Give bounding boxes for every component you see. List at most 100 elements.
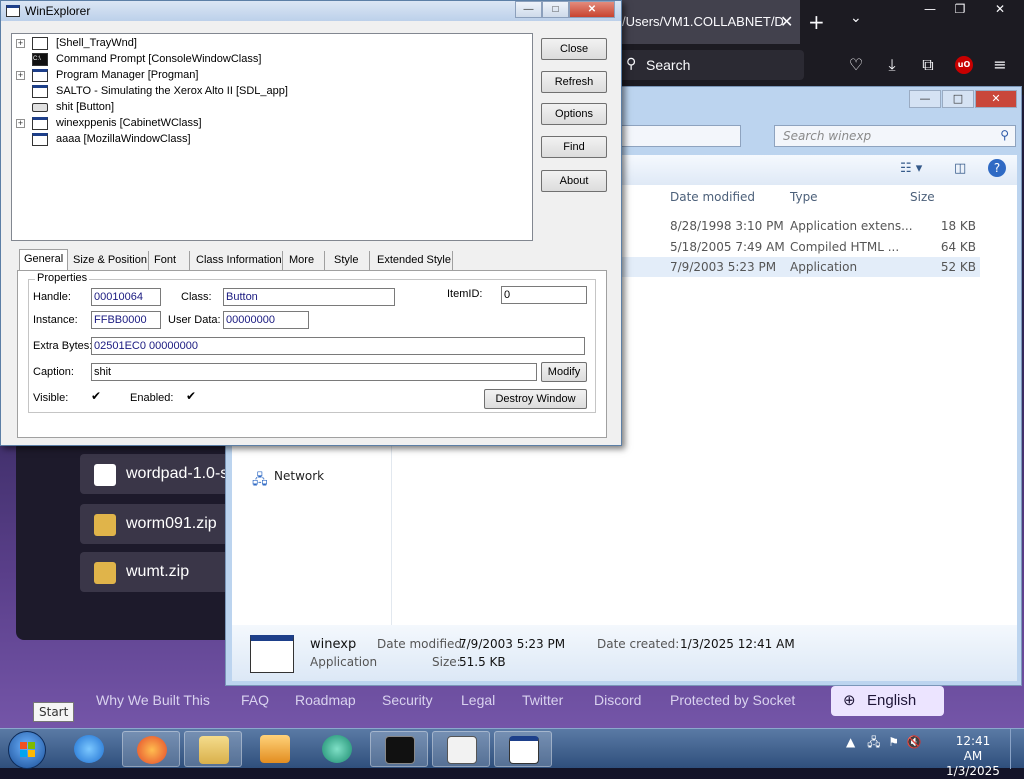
minimize-icon[interactable]: — [909,90,941,108]
expand-icon[interactable]: + [16,119,25,128]
start-button[interactable] [8,731,46,769]
show-hidden-icons-icon[interactable]: ▲ [846,735,855,749]
find-button[interactable]: Find [541,136,607,158]
itemid-field[interactable]: 0 [501,286,587,304]
volume-muted-icon[interactable]: 🔇 [907,735,922,749]
modify-button[interactable]: Modify [541,362,587,382]
about-button[interactable]: About [541,170,607,192]
window-icon [509,736,539,764]
options-button[interactable]: Options [541,103,607,125]
class-field[interactable]: Button [223,288,395,306]
window-icon [6,5,20,17]
table-row[interactable]: 8/28/1998 3:10 PM Application extens... … [628,216,980,236]
footer-link[interactable]: FAQ [241,692,269,708]
window-tree[interactable]: + [Shell_TrayWnd] C:\ Command Prompt [Co… [11,33,533,241]
tab-font[interactable]: Font [150,251,190,271]
action-center-icon[interactable]: ⚑ [888,735,899,749]
tab-more[interactable]: More [285,251,325,271]
nav-network[interactable]: Network [274,469,324,483]
expand-icon[interactable]: + [16,71,25,80]
clock[interactable]: 12:41 AM 1/3/2025 [945,734,1001,779]
destroy-window-button[interactable]: Destroy Window [484,389,587,409]
row-type: Application [790,260,858,274]
tab-style[interactable]: Style [330,251,370,271]
preview-pane-icon[interactable]: ◫ [954,161,966,176]
enabled-checkbox[interactable]: ✔ [186,390,198,402]
language-button[interactable]: ⊕ English [831,686,944,716]
window-icon [32,117,48,130]
restore-icon[interactable]: ❐ [942,0,978,18]
tab-size-position[interactable]: Size & Position [69,251,149,271]
column-size[interactable]: Size [910,190,935,204]
minimize-icon[interactable]: — [515,1,542,18]
taskbar-winexplorer[interactable] [494,731,552,767]
footer-link[interactable]: Why We Built This [96,692,210,708]
tree-item-label: shit [Button] [56,101,115,113]
footer-link[interactable]: Discord [594,692,641,708]
general-tab-panel: Properties Handle: 00010064 Class: Butto… [17,270,607,438]
row-size: 18 KB [940,219,976,233]
footer-link[interactable]: Security [382,692,433,708]
explorer-caption-buttons: — □ ✕ [908,90,1017,108]
extensions-icon[interactable]: ⧉ [918,55,938,75]
tab-class-information[interactable]: Class Information [192,251,283,271]
taskbar-salto[interactable] [432,731,490,767]
footer-link[interactable]: Protected by Socket [670,692,795,708]
table-row-selected[interactable]: 7/9/2003 5:23 PM Application 52 KB [622,257,980,277]
tab-general[interactable]: General [19,249,68,271]
explorer-search-input[interactable]: Search winexp ⚲ [774,125,1016,147]
instance-field[interactable]: FFBB0000 [91,311,161,329]
ublock-icon[interactable]: uO [955,56,973,74]
taskbar-ie[interactable] [60,731,118,767]
globe-icon: ⊕ [843,692,856,709]
detail-size-value: 51.5 KB [459,655,506,669]
taskbar-app[interactable] [308,731,366,767]
tab-extended-style[interactable]: Extended Style [373,251,453,271]
handle-field[interactable]: 00010064 [91,288,161,306]
detail-created-label: Date created: [597,637,680,651]
clock-time: 12:41 AM [955,734,991,763]
menu-icon[interactable]: ≡ [990,55,1010,74]
row-date: 8/28/1998 3:10 PM [670,219,784,233]
extrabytes-field[interactable]: 02501EC0 00000000 [91,337,585,355]
network-icon[interactable]: 🖧 [867,735,880,749]
taskbar-media-player[interactable] [246,731,304,767]
userdata-field[interactable]: 00000000 [223,311,309,329]
downloads-icon[interactable]: ⤓ [882,55,902,75]
taskbar-explorer[interactable] [184,731,242,767]
maximize-icon[interactable]: □ [542,1,569,18]
maximize-icon[interactable]: □ [942,90,974,108]
taskbar-firefox[interactable] [122,731,180,767]
firefox-search-bar[interactable]: ⚲ Search [618,50,804,80]
address-bar[interactable] [621,125,741,147]
detail-size-label: Size: [432,655,461,669]
class-label: Class: [181,291,212,303]
visible-checkbox[interactable]: ✔ [91,390,103,402]
caption-field[interactable]: shit [91,363,537,381]
expand-icon[interactable]: + [16,39,25,48]
help-icon[interactable]: ? [988,159,1006,177]
show-desktop-button[interactable] [1010,729,1024,769]
views-icon[interactable]: ☷ ▾ [900,161,922,176]
footer-link[interactable]: Roadmap [295,692,356,708]
list-tabs-chevron-icon[interactable]: ⌄ [850,10,862,26]
firefox-tab[interactable]: /Users/VM1.COLLABNET/D ✕ [620,0,800,44]
footer-link[interactable]: Legal [461,692,495,708]
winexplorer-titlebar[interactable]: WinExplorer — □ ✕ [1,1,621,21]
new-tab-icon[interactable]: + [808,10,825,34]
close-icon[interactable]: ✕ [975,90,1017,108]
close-icon[interactable]: ✕ [569,1,615,18]
taskbar-command-prompt[interactable] [370,731,428,767]
refresh-button[interactable]: Refresh [541,71,607,93]
table-row[interactable]: 5/18/2005 7:49 AM Compiled HTML ... 64 K… [628,237,980,257]
footer-link[interactable]: Twitter [522,692,563,708]
close-icon[interactable]: ✕ [982,0,1018,18]
column-date-modified[interactable]: Date modified [670,190,755,204]
close-tab-icon[interactable]: ✕ [780,12,793,32]
column-type[interactable]: Type [790,190,818,204]
close-button[interactable]: Close [541,38,607,60]
extrabytes-label: Extra Bytes: [33,340,93,352]
firefox-icon [137,736,167,764]
detail-kind: Application [310,655,378,669]
pocket-icon[interactable]: ♡ [846,55,866,74]
